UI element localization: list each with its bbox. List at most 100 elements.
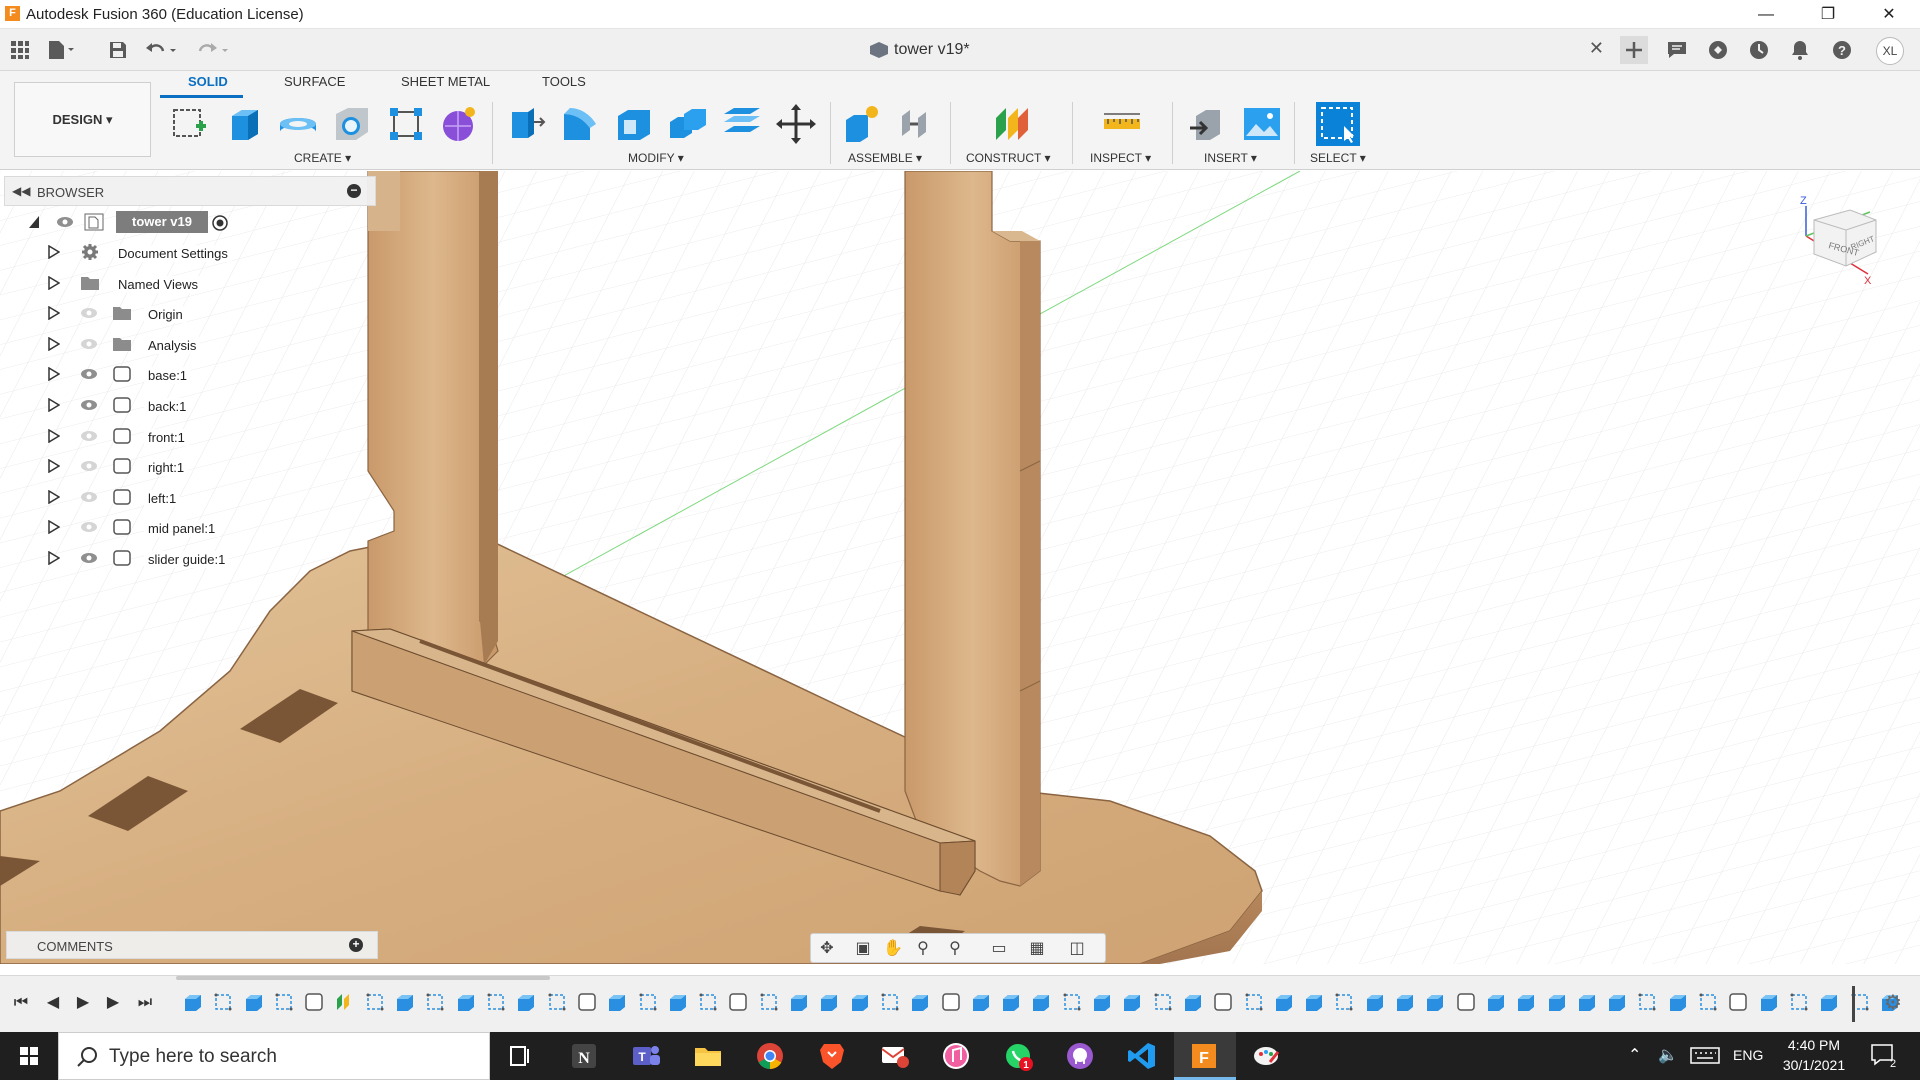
browser-header[interactable]: ◀◀ BROWSER − — [4, 176, 376, 206]
expand-triangle-icon[interactable] — [48, 367, 60, 382]
timeline-sketch-icon[interactable] — [212, 991, 234, 1013]
collapse-panel-icon[interactable]: ◀◀ — [12, 184, 30, 198]
volume-icon[interactable]: 🔈 — [1658, 1045, 1678, 1065]
timeline-extrude-icon[interactable] — [1818, 991, 1840, 1013]
timeline-sketch-icon[interactable] — [697, 991, 719, 1013]
tab-tools[interactable]: TOOLS — [542, 74, 586, 89]
orbit-icon[interactable]: ✥ — [815, 938, 839, 960]
comment-icon[interactable] — [1663, 36, 1691, 64]
insert-derive-button[interactable] — [1186, 102, 1230, 146]
tree-row[interactable]: Origin — [4, 299, 376, 329]
undo-icon[interactable] — [144, 36, 176, 64]
close-document-icon[interactable]: ✕ — [1589, 38, 1604, 59]
timeline-sketch-icon[interactable] — [485, 991, 507, 1013]
expand-triangle-icon[interactable] — [48, 245, 60, 259]
data-panel-grid-icon[interactable] — [6, 36, 34, 64]
timeline-extrude-icon[interactable] — [1000, 991, 1022, 1013]
timeline-extrude-icon[interactable] — [1667, 991, 1689, 1013]
pattern-button[interactable] — [384, 102, 428, 146]
tree-row-root[interactable]: tower v19 — [4, 208, 376, 238]
create-group-menu[interactable]: CREATE ▾ — [294, 151, 351, 165]
workspace-switcher-button[interactable]: DESIGN ▾ — [14, 82, 151, 157]
expand-triangle-icon[interactable] — [48, 275, 60, 290]
display-settings-icon[interactable]: ▭ — [987, 938, 1011, 960]
fillet-button[interactable] — [558, 102, 602, 146]
expand-triangle-icon[interactable] — [48, 306, 60, 321]
notifications-bell-icon[interactable] — [1786, 36, 1814, 64]
tree-row[interactable]: right:1 — [4, 452, 376, 482]
joint-button[interactable] — [894, 102, 938, 146]
tree-row[interactable]: left:1 — [4, 483, 376, 513]
comments-panel[interactable]: COMMENTS + — [6, 931, 378, 959]
tree-row[interactable]: slider guide:1 — [4, 544, 376, 574]
fit-zoom-icon[interactable]: ⚲ — [943, 938, 967, 960]
eye-icon[interactable] — [80, 521, 98, 533]
step-back-icon[interactable]: ◀ — [42, 992, 64, 1014]
timeline-marker[interactable] — [1852, 986, 1855, 1022]
timeline-extrude-icon[interactable] — [1364, 991, 1386, 1013]
timeline-extrude-icon[interactable] — [1485, 991, 1507, 1013]
user-avatar[interactable]: XL — [1876, 37, 1904, 65]
timeline-sketch-icon[interactable] — [879, 991, 901, 1013]
timeline-sketch-icon[interactable] — [1243, 991, 1265, 1013]
close-window-button[interactable]: ✕ — [1866, 0, 1912, 29]
tab-solid[interactable]: SOLID — [188, 74, 228, 89]
go-to-start-icon[interactable]: ⏮ — [10, 992, 32, 1014]
eye-icon[interactable] — [80, 460, 98, 472]
timeline-extrude-icon[interactable] — [667, 991, 689, 1013]
timeline-body-icon[interactable] — [940, 991, 962, 1013]
expanded-triangle-icon[interactable] — [28, 215, 40, 229]
timeline-extrude-icon[interactable] — [1182, 991, 1204, 1013]
new-tab-plus-icon[interactable] — [1620, 36, 1648, 64]
eye-icon[interactable] — [56, 216, 74, 228]
eye-icon[interactable] — [80, 368, 98, 380]
file-explorer-icon[interactable] — [690, 1038, 726, 1074]
tab-surface[interactable]: SURFACE — [284, 74, 345, 89]
start-button[interactable] — [0, 1032, 58, 1080]
timeline-extrude-icon[interactable] — [1758, 991, 1780, 1013]
timeline-body-icon[interactable] — [576, 991, 598, 1013]
gmail-app-icon[interactable] — [876, 1038, 912, 1074]
timeline-sketch-icon[interactable] — [546, 991, 568, 1013]
viewports-icon[interactable]: ◫ — [1065, 938, 1089, 960]
select-group-menu[interactable]: SELECT ▾ — [1310, 151, 1366, 165]
timeline-extrude-icon[interactable] — [970, 991, 992, 1013]
timeline-extrude-icon[interactable] — [909, 991, 931, 1013]
tray-overflow-chevron-icon[interactable]: ⌃ — [1628, 1045, 1641, 1065]
tree-row[interactable]: back:1 — [4, 391, 376, 421]
timeline-extrude-icon[interactable] — [1394, 991, 1416, 1013]
teams-app-icon[interactable]: T — [628, 1038, 664, 1074]
measure-button[interactable] — [1100, 102, 1144, 146]
taskbar-search-box[interactable]: Type here to search — [58, 1032, 490, 1080]
expand-triangle-icon[interactable] — [48, 489, 60, 504]
timeline-extrude-icon[interactable] — [1546, 991, 1568, 1013]
timeline-extrude-icon[interactable] — [394, 991, 416, 1013]
revolve-button[interactable] — [276, 102, 320, 146]
itunes-app-icon[interactable] — [938, 1038, 974, 1074]
minimize-button[interactable]: — — [1743, 0, 1789, 29]
brave-app-icon[interactable] — [814, 1038, 850, 1074]
language-indicator[interactable]: ENG — [1733, 1047, 1763, 1063]
keyboard-icon[interactable] — [1690, 1044, 1720, 1069]
timeline-sketch-icon[interactable] — [424, 991, 446, 1013]
timeline-settings-gear-icon[interactable]: ⚙ — [1882, 992, 1904, 1014]
save-icon[interactable] — [104, 36, 132, 64]
timeline-extrude-icon[interactable] — [1091, 991, 1113, 1013]
combine-button[interactable] — [666, 102, 710, 146]
extensions-icon[interactable] — [1704, 36, 1732, 64]
create-sketch-button[interactable] — [168, 102, 212, 146]
move-copy-button[interactable] — [774, 102, 818, 146]
task-view-icon[interactable] — [502, 1038, 538, 1074]
eye-icon[interactable] — [80, 399, 98, 411]
insert-canvas-button[interactable] — [1240, 102, 1284, 146]
press-pull-button[interactable] — [504, 102, 548, 146]
action-center-icon[interactable]: 2 — [1870, 1043, 1900, 1072]
expand-triangle-icon[interactable] — [48, 551, 60, 565]
clock-time[interactable]: 4:40 PM — [1778, 1037, 1850, 1053]
timeline-extrude-icon[interactable] — [182, 991, 204, 1013]
whatsapp-app-icon[interactable]: 1 — [1000, 1038, 1036, 1074]
eye-icon[interactable] — [80, 338, 98, 350]
hole-button[interactable] — [330, 102, 374, 146]
file-menu-icon[interactable] — [46, 36, 74, 64]
timeline-sketch-icon[interactable] — [1788, 991, 1810, 1013]
